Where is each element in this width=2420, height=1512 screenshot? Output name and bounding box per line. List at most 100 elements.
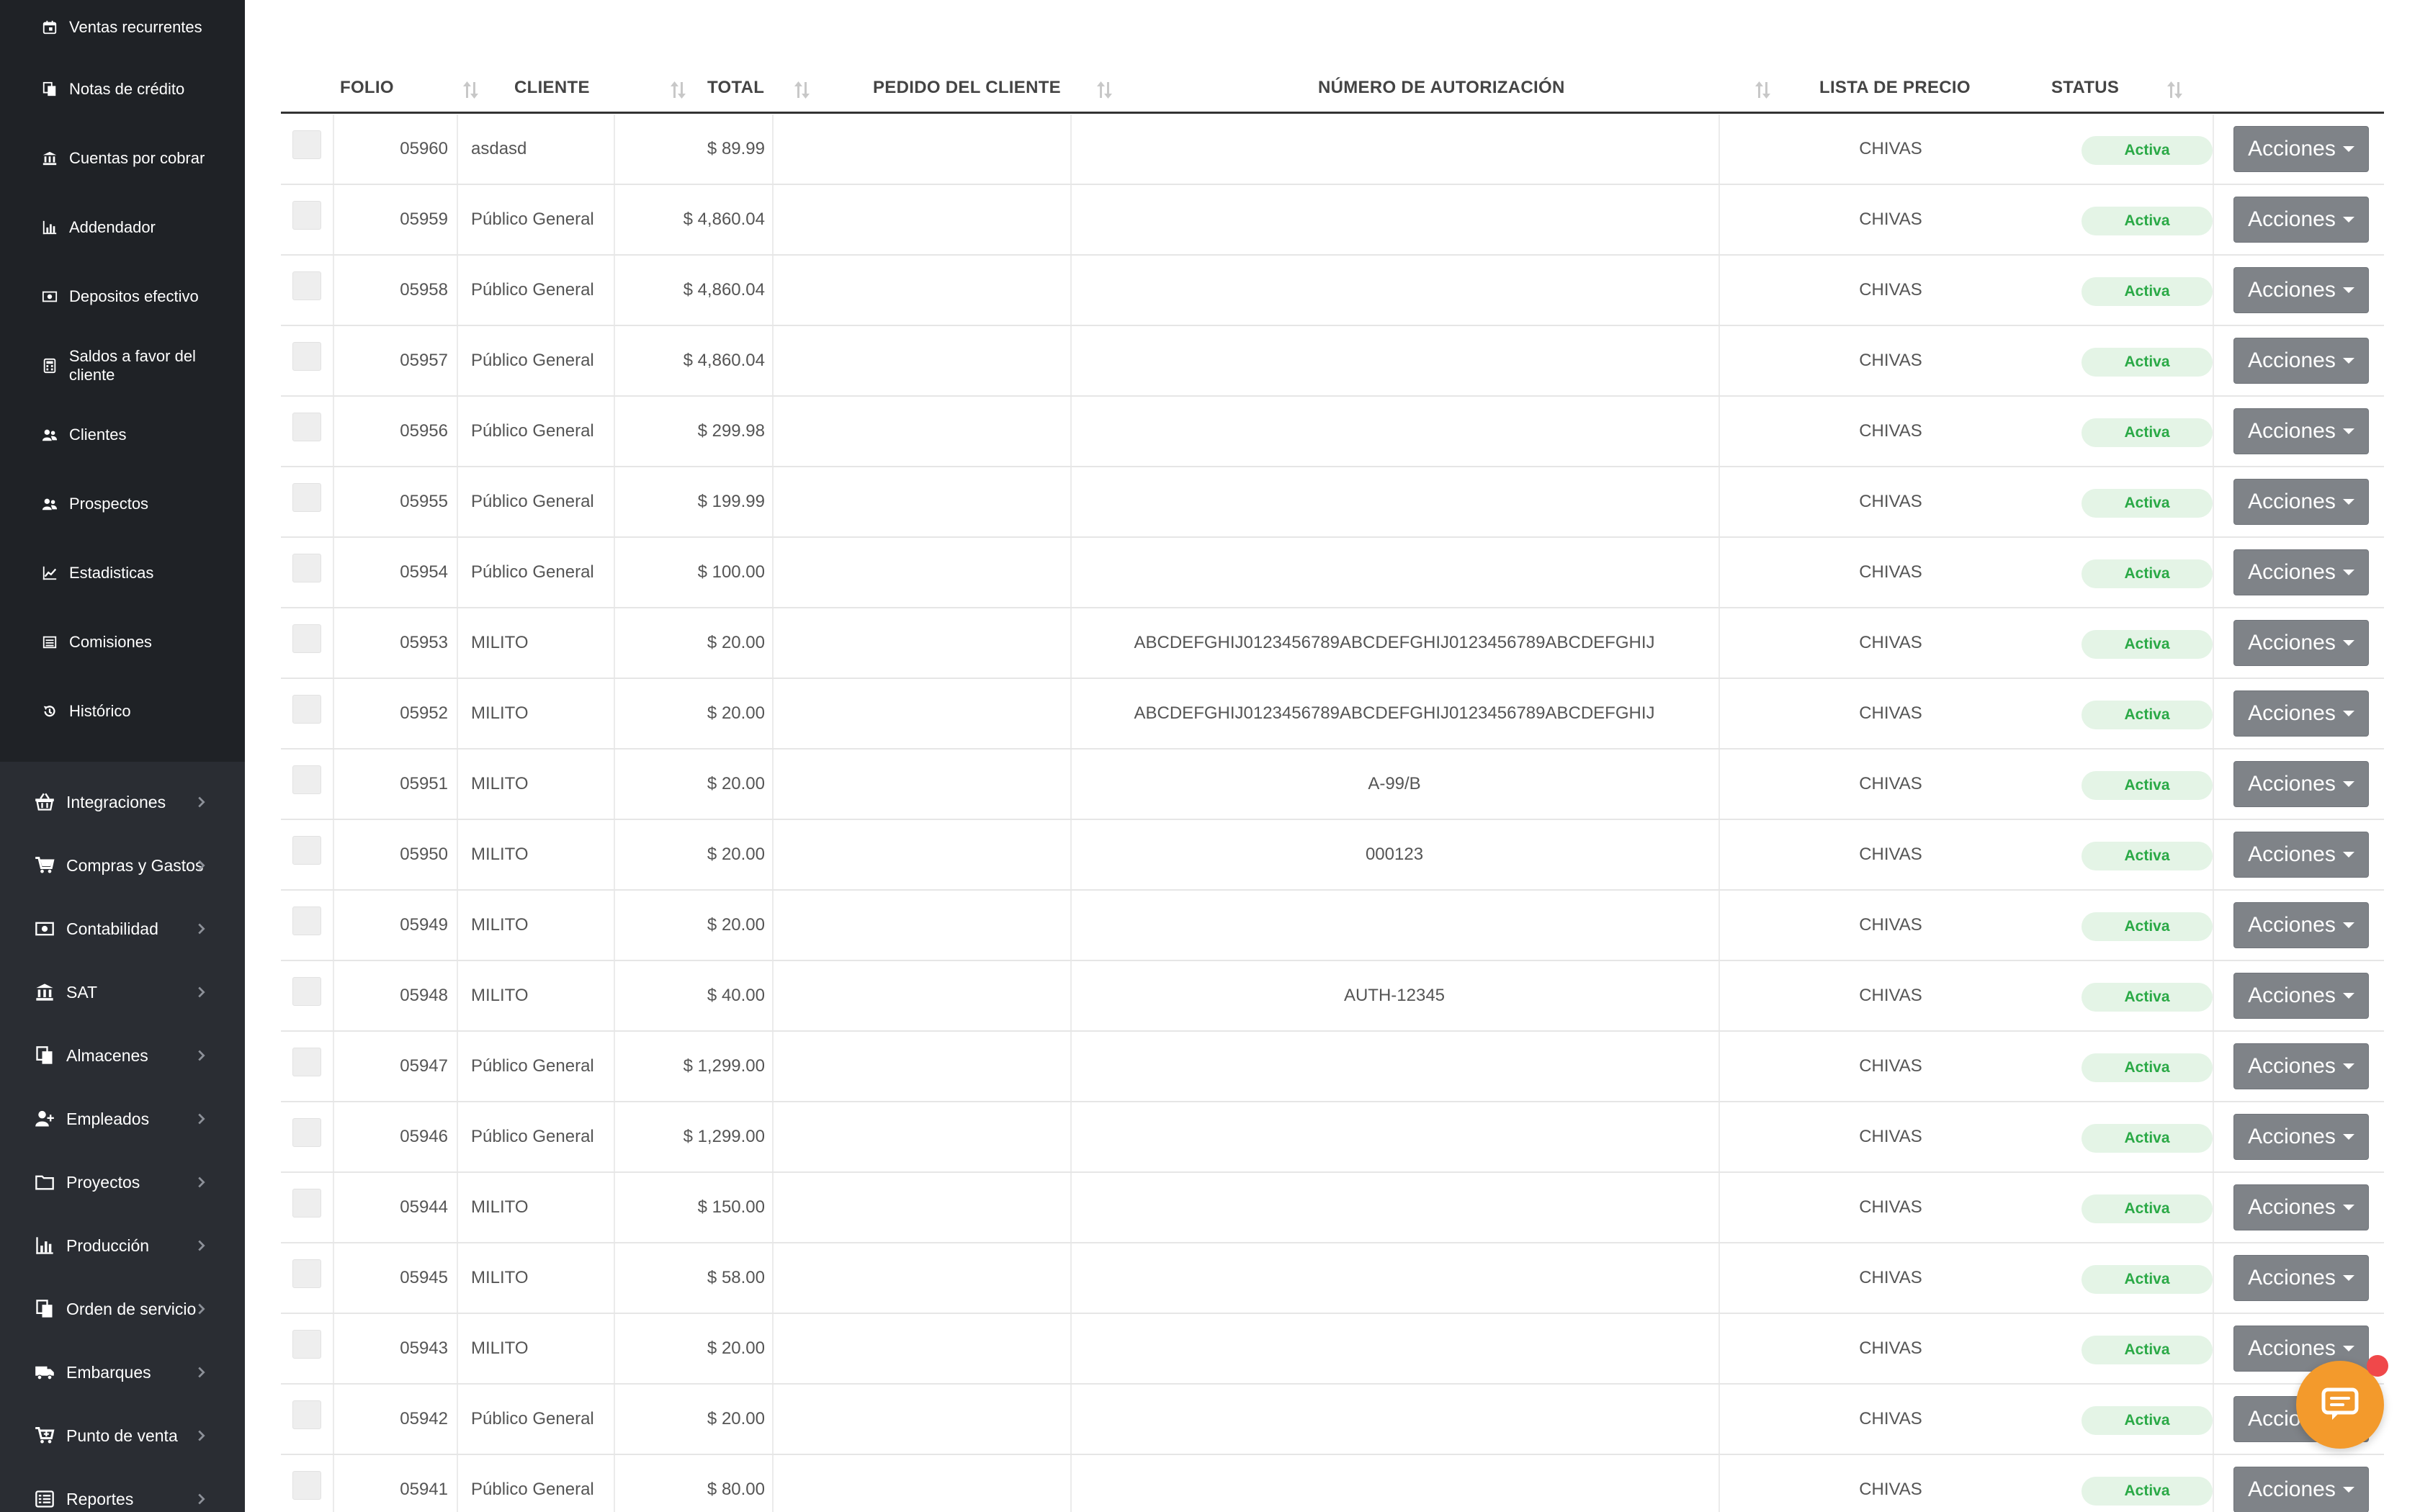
column-divider bbox=[2213, 467, 2214, 536]
row-checkbox[interactable] bbox=[292, 483, 321, 512]
sidebar-item[interactable]: Empleados bbox=[0, 1087, 245, 1151]
sidebar-subitem[interactable]: Saldos a favor del cliente bbox=[0, 331, 245, 400]
sidebar-subitem[interactable]: Notas de crédito bbox=[0, 55, 245, 124]
row-checkbox[interactable] bbox=[292, 130, 321, 159]
sidebar-item[interactable]: SAT bbox=[0, 960, 245, 1024]
row-checkbox[interactable] bbox=[292, 201, 321, 230]
header-pedido[interactable]: PEDIDO DEL CLIENTE bbox=[873, 62, 1061, 114]
row-checkbox[interactable] bbox=[292, 1400, 321, 1429]
row-checkbox[interactable] bbox=[292, 836, 321, 865]
sort-icon[interactable] bbox=[1754, 79, 1772, 101]
sidebar-item[interactable]: Almacenes bbox=[0, 1024, 245, 1087]
actions-dropdown-button[interactable]: Acciones bbox=[2233, 902, 2369, 948]
sidebar-item[interactable]: Reportes bbox=[0, 1467, 245, 1512]
sort-icon[interactable] bbox=[2166, 79, 2184, 101]
sidebar-item[interactable]: Integraciones bbox=[0, 770, 245, 834]
sort-icon[interactable] bbox=[462, 79, 480, 101]
sidebar-subitem[interactable]: Depositos efectivo bbox=[0, 262, 245, 331]
table-row[interactable]: 05948 MILITO $ 40.00 AUTH-12345 CHIVAS Activa… bbox=[281, 961, 2384, 1032]
sidebar-item[interactable]: Punto de venta bbox=[0, 1404, 245, 1467]
sidebar-subitem[interactable]: Comisiones bbox=[0, 608, 245, 677]
row-checkbox[interactable] bbox=[292, 1118, 321, 1147]
row-checkbox[interactable] bbox=[292, 271, 321, 300]
table-row[interactable]: 05952 MILITO $ 20.00 ABCDEFGHIJ0123456789AB… bbox=[281, 679, 2384, 750]
table-row[interactable]: 05949 MILITO $ 20.00 CHIVAS Activa Acciones bbox=[281, 891, 2384, 961]
table-row[interactable]: 05954 Público General $ 100.00 CHIVAS Activa… bbox=[281, 538, 2384, 608]
table-row[interactable]: 05946 Público General $ 1,299.00 CHIVAS Acti… bbox=[281, 1102, 2384, 1173]
row-checkbox[interactable] bbox=[292, 1330, 321, 1359]
sidebar-subitem[interactable]: Ventas recurrentes bbox=[0, 0, 245, 55]
table-row[interactable]: 05943 MILITO $ 20.00 CHIVAS Activa Acciones bbox=[281, 1314, 2384, 1385]
actions-dropdown-button[interactable]: Acciones bbox=[2233, 197, 2369, 243]
row-checkbox[interactable] bbox=[292, 1048, 321, 1076]
actions-dropdown-button[interactable]: Acciones bbox=[2233, 1255, 2369, 1301]
actions-dropdown-button[interactable]: Acciones bbox=[2233, 267, 2369, 313]
row-checkbox[interactable] bbox=[292, 695, 321, 724]
actions-dropdown-button[interactable]: Acciones bbox=[2233, 761, 2369, 807]
header-total[interactable]: TOTAL bbox=[707, 62, 764, 114]
table-row[interactable]: 05947 Público General $ 1,299.00 CHIVAS Acti… bbox=[281, 1032, 2384, 1102]
table-row[interactable]: 05941 Público General $ 80.00 CHIVAS Activa A… bbox=[281, 1455, 2384, 1512]
sidebar-subitem[interactable]: Clientes bbox=[0, 400, 245, 469]
row-checkbox[interactable] bbox=[292, 1471, 321, 1500]
table-row[interactable]: 05957 Público General $ 4,860.04 CHIVAS Acti… bbox=[281, 326, 2384, 397]
table-row[interactable]: 05953 MILITO $ 20.00 ABCDEFGHIJ0123456789AB… bbox=[281, 608, 2384, 679]
sidebar-item[interactable]: Proyectos bbox=[0, 1151, 245, 1214]
actions-dropdown-button[interactable]: Acciones bbox=[2233, 973, 2369, 1019]
sort-icon[interactable] bbox=[1096, 79, 1113, 101]
sidebar-item[interactable]: Producción bbox=[0, 1214, 245, 1277]
row-checkbox[interactable] bbox=[292, 413, 321, 441]
table-row[interactable]: 05951 MILITO $ 20.00 A-99/B CHIVAS Activa Acci… bbox=[281, 750, 2384, 820]
actions-dropdown-button[interactable]: Acciones bbox=[2233, 690, 2369, 737]
actions-dropdown-button[interactable]: Acciones bbox=[2233, 549, 2369, 595]
actions-dropdown-button[interactable]: Acciones bbox=[2233, 1184, 2369, 1230]
table-row[interactable]: 05950 MILITO $ 20.00 000123 CHIVAS Activa Acci… bbox=[281, 820, 2384, 891]
sidebar-item[interactable]: Contabilidad bbox=[0, 897, 245, 960]
actions-dropdown-button[interactable]: Acciones bbox=[2233, 1467, 2369, 1512]
row-checkbox[interactable] bbox=[292, 765, 321, 794]
row-checkbox[interactable] bbox=[292, 554, 321, 582]
sidebar-subitem[interactable]: Prospectos bbox=[0, 469, 245, 539]
header-lista-precio[interactable]: LISTA DE PRECIO bbox=[1819, 62, 1971, 114]
column-divider bbox=[2213, 538, 2214, 607]
sidebar-item[interactable]: Compras y Gastos bbox=[0, 834, 245, 897]
actions-dropdown-button[interactable]: Acciones bbox=[2233, 1114, 2369, 1160]
actions-dropdown-button[interactable]: Acciones bbox=[2233, 1043, 2369, 1089]
header-folio[interactable]: FOLIO bbox=[340, 62, 394, 114]
sort-icon[interactable] bbox=[670, 79, 687, 101]
row-checkbox[interactable] bbox=[292, 624, 321, 653]
sort-icon[interactable] bbox=[794, 79, 811, 101]
table-row[interactable]: 05944 MILITO $ 150.00 CHIVAS Activa Acciones bbox=[281, 1173, 2384, 1243]
header-status[interactable]: STATUS bbox=[2051, 62, 2119, 114]
actions-label: Acciones bbox=[2248, 490, 2336, 513]
row-checkbox[interactable] bbox=[292, 1189, 321, 1218]
sidebar-subitem[interactable]: Histórico bbox=[0, 677, 245, 746]
actions-dropdown-button[interactable]: Acciones bbox=[2233, 479, 2369, 525]
table-row[interactable]: 05945 MILITO $ 58.00 CHIVAS Activa Acciones bbox=[281, 1243, 2384, 1314]
actions-dropdown-button[interactable]: Acciones bbox=[2233, 126, 2369, 172]
table-row[interactable]: 05955 Público General $ 199.99 CHIVAS Activa… bbox=[281, 467, 2384, 538]
table-row[interactable]: 05942 Público General $ 20.00 CHIVAS Activa A… bbox=[281, 1385, 2384, 1455]
sidebar-subitem[interactable]: Estadisticas bbox=[0, 539, 245, 608]
sidebar-item[interactable]: Embarques bbox=[0, 1341, 245, 1404]
actions-dropdown-button[interactable]: Acciones bbox=[2233, 620, 2369, 666]
actions-dropdown-button[interactable]: Acciones bbox=[2233, 338, 2369, 384]
actions-dropdown-button[interactable]: Acciones bbox=[2233, 408, 2369, 454]
table-row[interactable]: 05960 asdasd $ 89.99 CHIVAS Activa Acciones bbox=[281, 114, 2384, 185]
table-row[interactable]: 05959 Público General $ 4,860.04 CHIVAS Acti… bbox=[281, 185, 2384, 256]
cell-total: $ 1,299.00 bbox=[683, 1127, 765, 1146]
row-checkbox[interactable] bbox=[292, 342, 321, 371]
table-row[interactable]: 05958 Público General $ 4,860.04 CHIVAS Acti… bbox=[281, 256, 2384, 326]
header-cliente[interactable]: CLIENTE bbox=[514, 62, 590, 114]
row-checkbox[interactable] bbox=[292, 977, 321, 1006]
sidebar-subitem[interactable]: Addendador bbox=[0, 193, 245, 262]
table-row[interactable]: 05956 Público General $ 299.98 CHIVAS Activa… bbox=[281, 397, 2384, 467]
header-autorizacion[interactable]: NÚMERO DE AUTORIZACIÓN bbox=[1318, 62, 1565, 114]
row-checkbox[interactable] bbox=[292, 1259, 321, 1288]
sidebar-item[interactable]: Orden de servicio bbox=[0, 1277, 245, 1341]
actions-dropdown-button[interactable]: Acciones bbox=[2233, 832, 2369, 878]
row-checkbox[interactable] bbox=[292, 906, 321, 935]
sidebar-subitem[interactable]: Cuentas por cobrar bbox=[0, 124, 245, 193]
actions-label: Acciones bbox=[2248, 348, 2336, 372]
cell-lista-precio: CHIVAS bbox=[1859, 633, 1922, 652]
